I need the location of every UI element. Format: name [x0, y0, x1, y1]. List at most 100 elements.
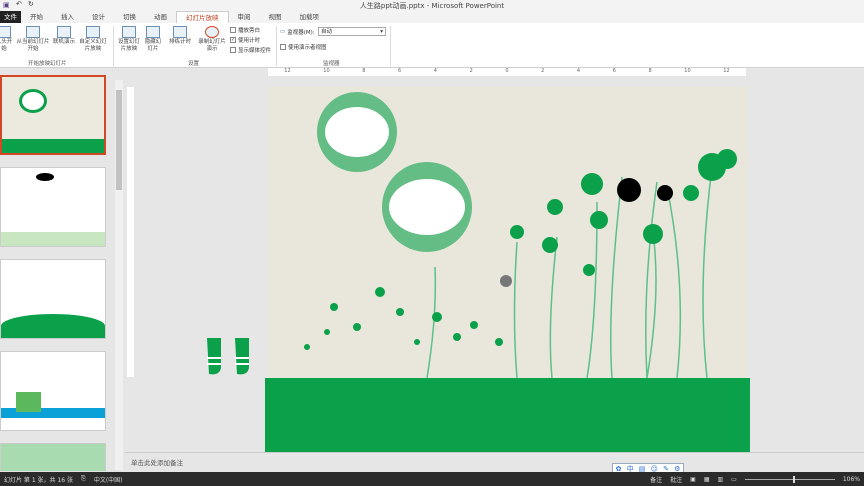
projector-icon: [26, 26, 40, 38]
label: 显示媒体控件: [238, 48, 272, 54]
socks-image: [205, 338, 265, 380]
label: 自动: [321, 29, 333, 35]
custom-show-button[interactable]: 自定义幻灯片放映: [78, 26, 108, 53]
presenter-view-checkbox[interactable]: 使用演示者视图: [280, 43, 327, 51]
divider: [113, 26, 114, 66]
notes-placeholder: 单击此处添加备注: [131, 459, 183, 467]
notes-button[interactable]: 备注: [650, 475, 662, 484]
slideshow-icon[interactable]: ▭: [731, 476, 737, 483]
monitor-select[interactable]: 自动 ▾: [318, 27, 386, 36]
tab-file[interactable]: 文件: [0, 11, 21, 23]
checkbox-icon: [230, 27, 236, 33]
checkbox-icon: [280, 44, 286, 50]
chevron-down-icon: ▾: [380, 29, 383, 35]
vertical-ruler: [127, 87, 134, 377]
timing-checkbox[interactable]: ✓ 使用计时: [230, 36, 260, 44]
slide-thumbnail-5[interactable]: [0, 443, 106, 471]
label: 录制幻灯片演示: [198, 39, 226, 52]
projector-icon: [0, 26, 11, 38]
record-button[interactable]: 录制幻灯片演示: [196, 26, 228, 53]
label: 隐藏幻灯片: [144, 39, 162, 52]
ribbon-tabs: 文件 开始 插入 设计 切换 动画 幻灯片放映 审阅 视图 加载项: [0, 10, 864, 24]
tick: 6: [398, 68, 402, 74]
label: 联机演示: [52, 39, 75, 45]
comments-button[interactable]: 批注: [670, 475, 682, 484]
tab-insert[interactable]: 插入: [52, 11, 83, 23]
label: 设置幻灯片放映: [117, 39, 140, 52]
tab-home[interactable]: 开始: [21, 11, 52, 23]
horizontal-ruler: 12 10 8 6 4 2 0 2 4 6 8 10 12: [268, 68, 746, 76]
zoom-level[interactable]: 106%: [843, 476, 860, 483]
slide-thumbnail-2[interactable]: [0, 167, 106, 247]
group-label: 开始放映幻灯片: [28, 61, 67, 67]
tick: 0: [505, 68, 509, 74]
thumbnail-scrollbar[interactable]: [115, 80, 123, 470]
tab-view[interactable]: 视图: [260, 11, 291, 23]
checkbox-checked-icon: ✓: [230, 37, 236, 43]
monitor-icon: ▭: [280, 29, 286, 35]
hide-slide-icon: [146, 26, 160, 38]
label: 自定义幻灯片放映: [79, 39, 107, 52]
slide-thumbnails: [0, 70, 110, 472]
tick: 10: [684, 68, 691, 74]
tick: 4: [433, 68, 437, 74]
divider: [276, 26, 277, 66]
label: 从当前幻灯片开始: [16, 39, 50, 52]
spellcheck-icon[interactable]: ⎘: [81, 475, 86, 483]
tab-addins[interactable]: 加载项: [291, 11, 329, 23]
tab-review[interactable]: 审阅: [229, 11, 260, 23]
window-title: 人生路ppt动画.pptx - Microsoft PowerPoint: [359, 2, 505, 10]
language[interactable]: 中文(中国): [94, 475, 123, 484]
slide-thumbnail-4[interactable]: [0, 351, 106, 431]
monitor-label: ▭ 监视器(M):: [280, 28, 315, 36]
group-label: 设置: [188, 61, 200, 67]
tick: 2: [469, 68, 473, 74]
ribbon: 从头开始 从当前幻灯片开始 联机演示 自定义幻灯片放映 开始放映幻灯片 设置幻灯…: [0, 23, 864, 68]
zoom-slider[interactable]: [744, 475, 835, 483]
timer-icon: [173, 26, 187, 38]
normal-view-icon[interactable]: ▣: [690, 476, 696, 483]
record-icon: [205, 26, 219, 38]
globe-screen-icon: [57, 26, 71, 38]
narration-checkbox[interactable]: 播放旁白: [230, 26, 260, 34]
scrollbar-thumb[interactable]: [116, 90, 122, 190]
slide-canvas[interactable]: [267, 87, 748, 379]
setup-icon: [122, 26, 136, 38]
slide-sorter-icon[interactable]: ▦: [704, 476, 710, 483]
setup-show-button[interactable]: 设置幻灯片放映: [116, 26, 142, 53]
from-current-button[interactable]: 从当前幻灯片开始: [14, 26, 52, 53]
label: 从头开始: [0, 39, 13, 52]
slide-counter: 幻灯片 第 1 张，共 16 张: [4, 476, 73, 484]
checkbox-icon: [230, 47, 236, 53]
label: 监视器(M):: [287, 30, 315, 36]
title-bar: ▣ ↶ ↻ 人生路ppt动画.pptx - Microsoft PowerPoi…: [0, 0, 864, 11]
group-label: 监视器: [323, 61, 340, 67]
tick: 8: [648, 68, 652, 74]
custom-show-icon: [86, 26, 100, 38]
slide-thumbnail-1[interactable]: [0, 75, 106, 155]
label: 播放旁白: [238, 28, 261, 34]
label: 排练计时: [168, 39, 191, 45]
divider: [390, 26, 391, 66]
tick: 4: [576, 68, 581, 74]
tick: 10: [323, 68, 330, 74]
hide-slide-button[interactable]: 隐藏幻灯片: [144, 26, 162, 53]
status-bar: 幻灯片 第 1 张，共 16 张 ⎘ 中文(中国) 备注 批注 ▣ ▦ ▥ ▭ …: [0, 472, 864, 486]
slide-thumbnail-3[interactable]: [0, 259, 106, 339]
rehearse-button[interactable]: 排练计时: [166, 26, 194, 46]
tab-design[interactable]: 设计: [83, 11, 114, 23]
tick: 8: [362, 68, 366, 74]
from-start-button[interactable]: 从头开始: [0, 26, 14, 53]
tab-transitions[interactable]: 切换: [114, 11, 145, 23]
tab-animations[interactable]: 动画: [145, 11, 176, 23]
tick: 12: [284, 68, 291, 74]
media-controls-checkbox[interactable]: 显示媒体控件: [230, 46, 271, 54]
online-present-button[interactable]: 联机演示: [52, 26, 76, 46]
label: 使用演示者视图: [288, 45, 327, 51]
slide-artwork: [304, 92, 737, 379]
reading-view-icon[interactable]: ▥: [718, 476, 724, 483]
notes-pane[interactable]: 单击此处添加备注: [125, 452, 864, 472]
tab-slideshow[interactable]: 幻灯片放映: [176, 10, 229, 24]
tick: 12: [723, 68, 730, 74]
tick: 6: [612, 68, 616, 74]
